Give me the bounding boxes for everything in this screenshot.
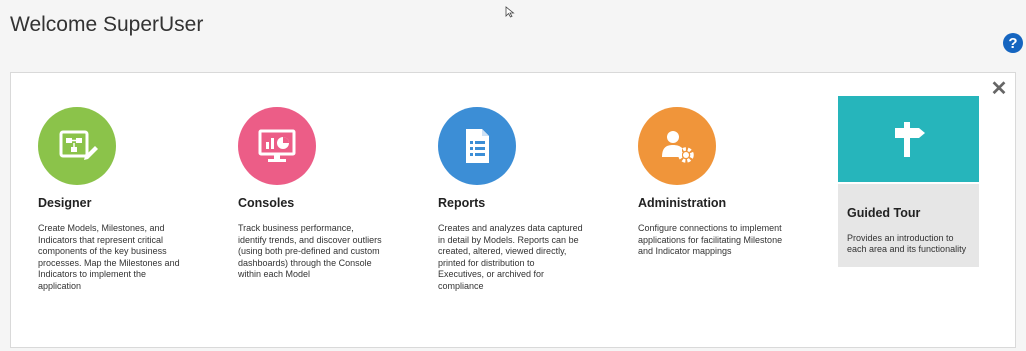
divider <box>838 182 979 184</box>
designer-icon[interactable] <box>38 107 116 185</box>
consoles-description: Track business performance, identify tre… <box>238 223 382 279</box>
report-document-icon[interactable] <box>438 107 516 185</box>
reports-title[interactable]: Reports <box>438 196 485 210</box>
designer-description: Create Models, Milestones, and Indicator… <box>38 223 180 291</box>
admin-user-gear-icon[interactable] <box>638 107 716 185</box>
reports-description: Creates and analyzes data captured in de… <box>438 223 583 291</box>
designer-title[interactable]: Designer <box>38 196 92 210</box>
close-button[interactable]: ✕ <box>989 79 1009 99</box>
administration-description: Configure connections to implement appli… <box>638 223 783 256</box>
help-button[interactable]: ? <box>1003 33 1023 53</box>
mouse-cursor-icon <box>505 5 517 23</box>
console-monitor-icon[interactable] <box>238 107 316 185</box>
help-icon: ? <box>1008 34 1018 52</box>
page-title: Welcome SuperUser <box>10 13 204 36</box>
guided-tour-title[interactable]: Guided Tour <box>847 206 920 220</box>
close-icon: ✕ <box>990 78 1008 100</box>
administration-title[interactable]: Administration <box>638 196 726 210</box>
signpost-icon[interactable] <box>838 96 979 182</box>
welcome-panel: ✕ Designer Create Models, Milestones, an… <box>10 72 1016 348</box>
consoles-title[interactable]: Consoles <box>238 196 294 210</box>
guided-tour-description: Provides an introduction to each area an… <box>847 233 967 254</box>
guided-tour-card[interactable]: Guided Tour Provides an introduction to … <box>838 96 979 267</box>
